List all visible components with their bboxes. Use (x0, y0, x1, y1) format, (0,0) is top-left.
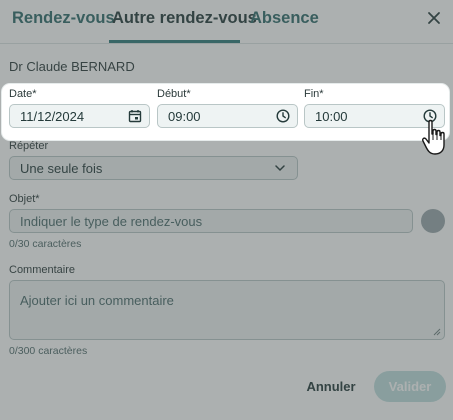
comment-textarea[interactable]: Ajouter ici un commentaire (9, 280, 445, 340)
close-icon[interactable] (424, 8, 444, 28)
active-tab-indicator (109, 40, 240, 43)
objet-input[interactable]: Indiquer le type de rendez-vous (9, 209, 413, 233)
tab-absence[interactable]: Absence (250, 9, 319, 28)
doctor-name: Dr Claude BERNARD (9, 59, 135, 74)
objet-counter: 0/30 caractères (9, 238, 82, 250)
date-value: 11/12/2024 (20, 109, 85, 124)
debut-value: 09:00 (168, 109, 201, 124)
tab-autre-rendez-vous[interactable]: Autre rendez-vous (112, 9, 257, 28)
date-label: Date* (9, 88, 37, 100)
color-picker[interactable] (421, 209, 445, 233)
cancel-button[interactable]: Annuler (300, 373, 362, 399)
fin-label: Fin* (304, 88, 324, 100)
repeat-label: Répéter (9, 140, 49, 152)
comment-placeholder: Ajouter ici un commentaire (20, 293, 174, 308)
objet-placeholder: Indiquer le type de rendez-vous (20, 214, 203, 229)
dialog-header: Rendez-vous Autre rendez-vous Absence (0, 0, 453, 44)
chevron-down-icon (275, 165, 285, 172)
objet-label: Objet* (9, 193, 40, 205)
debut-field[interactable]: 09:00 (157, 104, 298, 128)
repeat-value: Une seule fois (20, 161, 103, 176)
resize-handle-icon[interactable] (433, 328, 441, 336)
clock-icon[interactable] (276, 109, 290, 123)
comment-counter: 0/300 caractères (9, 345, 88, 357)
repeat-select[interactable]: Une seule fois (9, 156, 298, 180)
comment-label: Commentaire (9, 264, 76, 276)
calendar-icon[interactable] (128, 109, 142, 123)
fin-value: 10:00 (315, 109, 348, 124)
hand-cursor-icon (422, 119, 445, 155)
tab-rendez-vous[interactable]: Rendez-vous (12, 9, 115, 28)
debut-label: Début* (157, 88, 191, 100)
date-field[interactable]: 11/12/2024 (9, 104, 150, 128)
save-button[interactable]: Valider (374, 371, 446, 402)
